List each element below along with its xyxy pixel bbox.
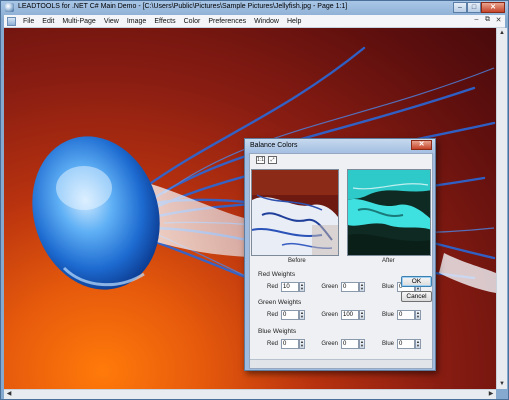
- after-label: After: [382, 258, 395, 264]
- maximize-button[interactable]: □: [467, 2, 481, 13]
- title-bar[interactable]: LEADTOOLS for .NET C# Main Demo - [C:\Us…: [1, 1, 508, 15]
- menu-help[interactable]: Help: [283, 18, 305, 25]
- dialog-title: Balance Colors: [250, 142, 298, 149]
- blue-weights-red-input[interactable]: 0: [281, 339, 299, 349]
- window-title: LEADTOOLS for .NET C# Main Demo - [C:\Us…: [18, 3, 348, 10]
- spin-arrows-icon[interactable]: ▲▼: [299, 310, 305, 320]
- menu-effects[interactable]: Effects: [150, 18, 179, 25]
- red-weights-red-label: Red: [266, 284, 278, 290]
- dialog-scrollbar[interactable]: [250, 359, 432, 368]
- green-weights-blue-label: Blue: [381, 312, 394, 318]
- menu-color[interactable]: Color: [180, 18, 205, 25]
- scroll-down-button[interactable]: ▼: [497, 379, 507, 389]
- menu-multi-page[interactable]: Multi-Page: [58, 18, 99, 25]
- red-weights-red-stepper[interactable]: 10 ▲ ▼: [281, 282, 305, 292]
- window-controls: – □ ✕: [453, 2, 505, 13]
- blue-weights-blue-input[interactable]: 0: [397, 339, 415, 349]
- app-icon[interactable]: [5, 3, 14, 12]
- after-preview: [347, 169, 431, 256]
- red-weights-green-label: Green: [321, 284, 338, 290]
- red-weights-green-stepper[interactable]: 0 ▲ ▼: [341, 282, 365, 292]
- blue-weights-red-stepper[interactable]: 0 ▲ ▼: [281, 339, 305, 349]
- green-weights-red-label: Red: [266, 312, 278, 318]
- menu-edit[interactable]: Edit: [38, 18, 58, 25]
- blue-weights-blue-label: Blue: [381, 341, 394, 347]
- green-weights-blue-input[interactable]: 0: [397, 310, 415, 320]
- green-weights-green-input[interactable]: 100: [341, 310, 359, 320]
- scroll-right-button[interactable]: ▶: [486, 389, 496, 399]
- dialog-body: 1:1 ⤢ Before After Red Weights Red 10 ▲ …: [249, 153, 433, 369]
- red-weights-red-input[interactable]: 10: [281, 282, 299, 292]
- green-weights-green-label: Green: [321, 312, 338, 318]
- menu-view[interactable]: View: [100, 18, 123, 25]
- blue-weights-label: Blue Weights: [258, 328, 297, 335]
- menu-image[interactable]: Image: [123, 18, 150, 25]
- red-weights-green-input[interactable]: 0: [341, 282, 359, 292]
- green-weights-row: Red 0 ▲ ▼ Green 100 ▲ ▼ Blue 0 ▲ ▼: [258, 310, 421, 320]
- blue-weights-blue-stepper[interactable]: 0 ▲ ▼: [397, 339, 421, 349]
- before-image: [252, 170, 338, 255]
- blue-weights-green-label: Green: [321, 341, 338, 347]
- cancel-button[interactable]: Cancel: [401, 291, 432, 302]
- mdi-controls: – ⧉ ✕: [472, 16, 503, 24]
- scroll-left-button[interactable]: ◀: [4, 389, 14, 399]
- green-weights-blue-stepper[interactable]: 0 ▲ ▼: [397, 310, 421, 320]
- actual-size-tool[interactable]: 1:1: [256, 156, 265, 164]
- green-weights-green-stepper[interactable]: 100 ▲ ▼: [341, 310, 365, 320]
- menu-window[interactable]: Window: [250, 18, 283, 25]
- fit-tool[interactable]: ⤢: [268, 156, 277, 164]
- spin-arrows-icon[interactable]: ▲▼: [359, 339, 365, 349]
- after-image: [348, 170, 430, 255]
- ok-button[interactable]: OK: [401, 276, 432, 287]
- red-weights-blue-label: Blue: [381, 284, 394, 290]
- dialog-close-button[interactable]: ✕: [411, 140, 432, 150]
- before-preview: [251, 169, 339, 256]
- blue-weights-green-input[interactable]: 0: [341, 339, 359, 349]
- mdi-close-button[interactable]: ✕: [494, 16, 503, 24]
- blue-weights-red-label: Red: [266, 341, 278, 347]
- menu-bar: File Edit Multi-Page View Image Effects …: [4, 15, 505, 28]
- mdi-restore-button[interactable]: ⧉: [483, 16, 492, 24]
- vertical-scrollbar[interactable]: ▲ ▼: [496, 28, 507, 389]
- spin-arrows-icon[interactable]: ▲▼: [415, 310, 421, 320]
- spin-arrows-icon[interactable]: ▲▼: [415, 339, 421, 349]
- menu-file[interactable]: File: [19, 18, 38, 25]
- red-weights-label: Red Weights: [258, 271, 296, 278]
- menu-preferences[interactable]: Preferences: [204, 18, 250, 25]
- red-weights-row: Red 10 ▲▼ Green 0 ▲▼ Blue 0 ▲▼: [258, 282, 421, 292]
- spin-arrows-icon[interactable]: ▲▼: [359, 282, 365, 292]
- scroll-up-button[interactable]: ▲: [497, 28, 507, 38]
- mdi-minimize-button[interactable]: –: [472, 16, 481, 24]
- spin-arrows-icon[interactable]: ▲▼: [359, 310, 365, 320]
- green-weights-red-stepper[interactable]: 0 ▲ ▼: [281, 310, 305, 320]
- green-weights-red-input[interactable]: 0: [281, 310, 299, 320]
- blue-weights-green-stepper[interactable]: 0 ▲ ▼: [341, 339, 365, 349]
- minimize-button[interactable]: –: [453, 2, 467, 13]
- before-label: Before: [288, 258, 306, 264]
- horizontal-scrollbar[interactable]: ◀ ▶: [4, 389, 496, 399]
- spin-arrows-icon[interactable]: ▲▼: [299, 282, 305, 292]
- document-icon[interactable]: [7, 16, 16, 26]
- blue-weights-row: Red 0 ▲ ▼ Green 0 ▲ ▼ Blue 0 ▲ ▼: [258, 339, 421, 349]
- green-weights-label: Green Weights: [258, 299, 302, 306]
- close-button[interactable]: ✕: [481, 2, 505, 13]
- spin-arrows-icon[interactable]: ▲▼: [299, 339, 305, 349]
- balance-colors-dialog: Balance Colors ✕ 1:1 ⤢ Before After Red …: [244, 138, 436, 371]
